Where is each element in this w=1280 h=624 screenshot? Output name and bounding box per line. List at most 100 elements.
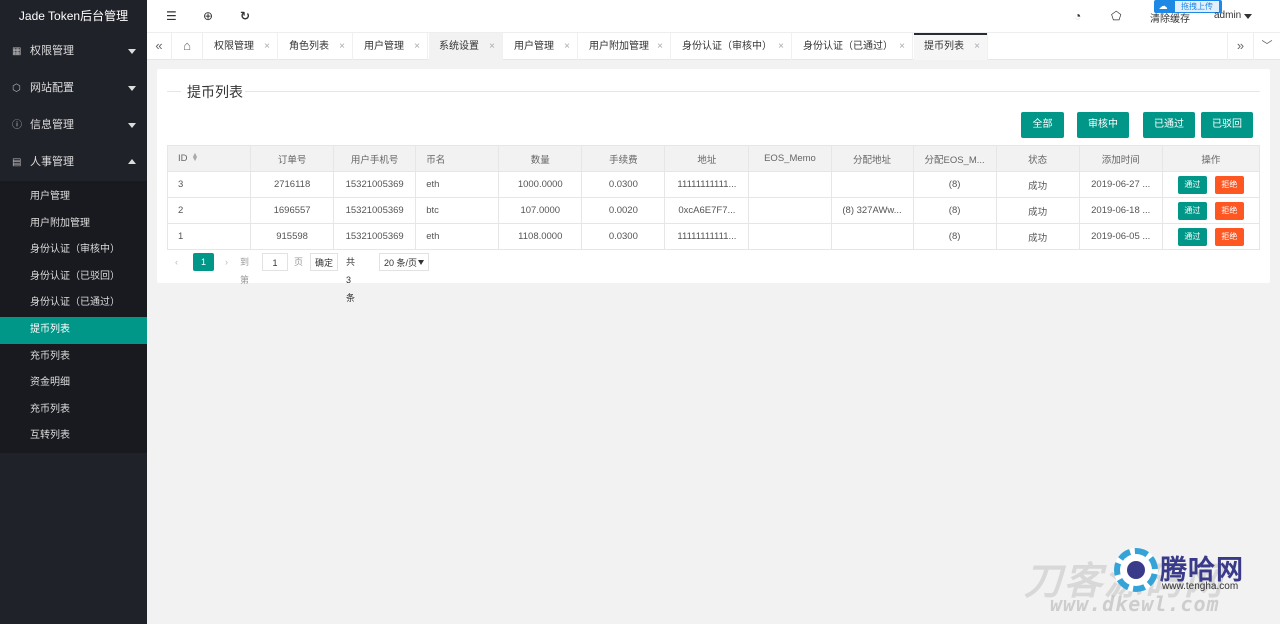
close-icon[interactable]: × xyxy=(489,33,495,60)
filter-all-button[interactable]: 全部 xyxy=(1021,112,1064,138)
menu-group-label: 权限管理 xyxy=(30,45,74,57)
sidebar-item-withdraw-list[interactable]: 提币列表 xyxy=(0,316,147,344)
menu-group-personnel[interactable]: ▤ 人事管理 xyxy=(0,144,147,181)
cell-order: 1696557 xyxy=(250,197,335,224)
approve-button[interactable]: 通过 xyxy=(1177,201,1207,220)
close-icon[interactable]: × xyxy=(657,33,663,60)
personnel-icon: ▤ xyxy=(12,157,22,168)
column-header-assign-eos-memo: 分配EOS_M... xyxy=(912,145,997,172)
chevron-down-icon xyxy=(418,260,424,265)
close-icon[interactable]: × xyxy=(974,33,980,60)
cell-coin: btc xyxy=(415,197,500,224)
watermark-url: www.dkewl.com xyxy=(1050,592,1220,616)
reject-button[interactable]: 拒绝 xyxy=(1214,201,1244,220)
cell-assign-address: (8) 327AWw... xyxy=(830,197,914,224)
cell-id: 3 xyxy=(166,171,252,198)
sidebar-item-transfer-list[interactable]: 互转列表 xyxy=(0,423,147,450)
reject-button[interactable]: 拒绝 xyxy=(1214,175,1244,194)
sidebar-item-deposit-list-2[interactable]: 充币列表 xyxy=(0,397,147,424)
approve-button[interactable]: 通过 xyxy=(1177,227,1207,246)
tabs-scroll-right-icon[interactable]: » xyxy=(1227,33,1254,60)
content-card: 提币列表 全部 审核中 已通过 已驳回 ID ▲ ▼ 订单号 用户手机号 币名 数量… xyxy=(157,69,1270,303)
theme-icon[interactable]: ◔ xyxy=(1074,9,1081,23)
menu-toggle-icon[interactable]: ☰ xyxy=(166,9,177,23)
close-icon[interactable]: × xyxy=(414,33,420,60)
column-header-order: 订单号 xyxy=(250,145,335,172)
filter-rejected-button[interactable]: 已驳回 xyxy=(1201,112,1253,138)
tab-label: 系统设置 xyxy=(439,41,479,52)
sort-icon[interactable]: ▲ ▼ xyxy=(192,152,199,163)
submenu-personnel: 用户管理 用户附加管理 身份认证（审核中） 身份认证（已驳回） 身份认证（已通过… xyxy=(0,181,147,453)
cell-time: 2019-06-05 ... xyxy=(1078,223,1163,250)
goto-confirm-button[interactable]: 确定 xyxy=(310,253,338,271)
cell-fee: 0.0020 xyxy=(581,197,666,224)
cell-fee: 0.0300 xyxy=(581,171,666,198)
chevron-down-icon[interactable] xyxy=(1244,14,1252,19)
info-icon: ⓘ xyxy=(12,120,22,131)
current-page-button[interactable]: 1 xyxy=(193,253,214,271)
goto-page-input[interactable]: 1 xyxy=(262,253,288,271)
menu-group-info[interactable]: ⓘ 信息管理 xyxy=(0,107,147,144)
next-page-icon[interactable]: › xyxy=(225,253,228,271)
tabs-scroll-left-icon[interactable]: « xyxy=(147,33,172,60)
home-icon[interactable]: ⌂ xyxy=(172,33,203,60)
column-header-id[interactable]: ID ▲ ▼ xyxy=(166,145,252,172)
page-size-value: 20 条/页 xyxy=(384,258,418,268)
column-header-eos-memo: EOS_Memo xyxy=(748,145,832,172)
close-icon[interactable]: × xyxy=(899,33,905,60)
tab-permission[interactable]: 权限管理 × xyxy=(204,33,278,60)
upload-badge[interactable]: ☁ 拖拽上传 xyxy=(1154,0,1222,13)
cell-assign-eos-memo: (8) xyxy=(912,171,997,198)
filter-pending-button[interactable]: 审核中 xyxy=(1077,112,1129,138)
page-size-select[interactable]: 20 条/页 xyxy=(379,253,429,271)
tab-user-manage-2[interactable]: 用户管理 × xyxy=(504,33,578,60)
sidebar-item-fund-detail[interactable]: 资金明细 xyxy=(0,370,147,397)
tab-kyc-pending[interactable]: 身份认证（审核中） × xyxy=(672,33,792,60)
goto-label: 到第 xyxy=(240,257,250,285)
user-menu[interactable]: admin xyxy=(1214,10,1241,21)
cell-order: 2716118 xyxy=(250,171,335,198)
cell-amount: 1108.0000 xyxy=(498,223,583,250)
filter-approved-button[interactable]: 已通过 xyxy=(1143,112,1195,138)
cell-assign-address xyxy=(830,171,914,198)
sidebar-item-kyc-rejected[interactable]: 身份认证（已驳回） xyxy=(0,264,147,291)
sidebar-item-kyc-approved[interactable]: 身份认证（已通过） xyxy=(0,290,147,317)
watermark-brand-url: www.tengha.com xyxy=(1162,581,1239,592)
sidebar-item-user-manage[interactable]: 用户管理 xyxy=(0,184,147,211)
close-icon[interactable]: × xyxy=(264,33,270,60)
app-title: Jade Token后台管理 xyxy=(0,0,147,33)
tab-kyc-approved[interactable]: 身份认证（已通过） × xyxy=(793,33,913,60)
refresh-icon[interactable]: ↻ xyxy=(240,9,250,23)
reject-button[interactable]: 拒绝 xyxy=(1214,227,1244,246)
cell-assign-address xyxy=(830,223,914,250)
column-label: ID xyxy=(178,153,188,164)
tab-user-extra[interactable]: 用户附加管理 × xyxy=(579,33,671,60)
cell-time: 2019-06-27 ... xyxy=(1078,171,1163,198)
cell-fee: 0.0300 xyxy=(581,223,666,250)
upload-label: 拖拽上传 xyxy=(1175,1,1219,12)
chevron-down-icon[interactable]: ﹀ xyxy=(1254,33,1280,60)
menu-group-permission[interactable]: ▦ 权限管理 xyxy=(0,33,147,70)
sidebar-item-deposit-list[interactable]: 充币列表 xyxy=(0,344,147,371)
tab-user-manage[interactable]: 用户管理 × xyxy=(354,33,428,60)
tab-role-list[interactable]: 角色列表 × xyxy=(279,33,353,60)
sidebar-item-kyc-pending[interactable]: 身份认证（审核中） xyxy=(0,237,147,264)
tab-system-settings[interactable]: 系统设置 × xyxy=(429,33,503,60)
cell-actions: 通过 拒绝 xyxy=(1161,171,1261,198)
sidebar-item-user-extra[interactable]: 用户附加管理 xyxy=(0,211,147,238)
tab-label: 角色列表 xyxy=(289,41,329,52)
cell-phone: 15321005369 xyxy=(333,171,417,198)
approve-button[interactable]: 通过 xyxy=(1177,175,1207,194)
close-icon[interactable]: × xyxy=(339,33,345,60)
tab-withdraw-list[interactable]: 提币列表 × xyxy=(914,33,988,60)
tab-label: 身份认证（已通过） xyxy=(803,41,893,52)
menu-group-website[interactable]: ⬡ 网站配置 xyxy=(0,70,147,107)
close-icon[interactable]: × xyxy=(564,33,570,60)
close-icon[interactable]: × xyxy=(778,33,784,60)
chevron-up-icon xyxy=(128,159,136,164)
column-header-status: 状态 xyxy=(995,145,1080,172)
prev-page-icon[interactable]: ‹ xyxy=(175,253,178,271)
tag-icon[interactable]: ⬠ xyxy=(1111,9,1121,23)
globe-icon[interactable]: ⊕ xyxy=(203,9,213,23)
column-header-coin: 币名 xyxy=(415,145,500,172)
